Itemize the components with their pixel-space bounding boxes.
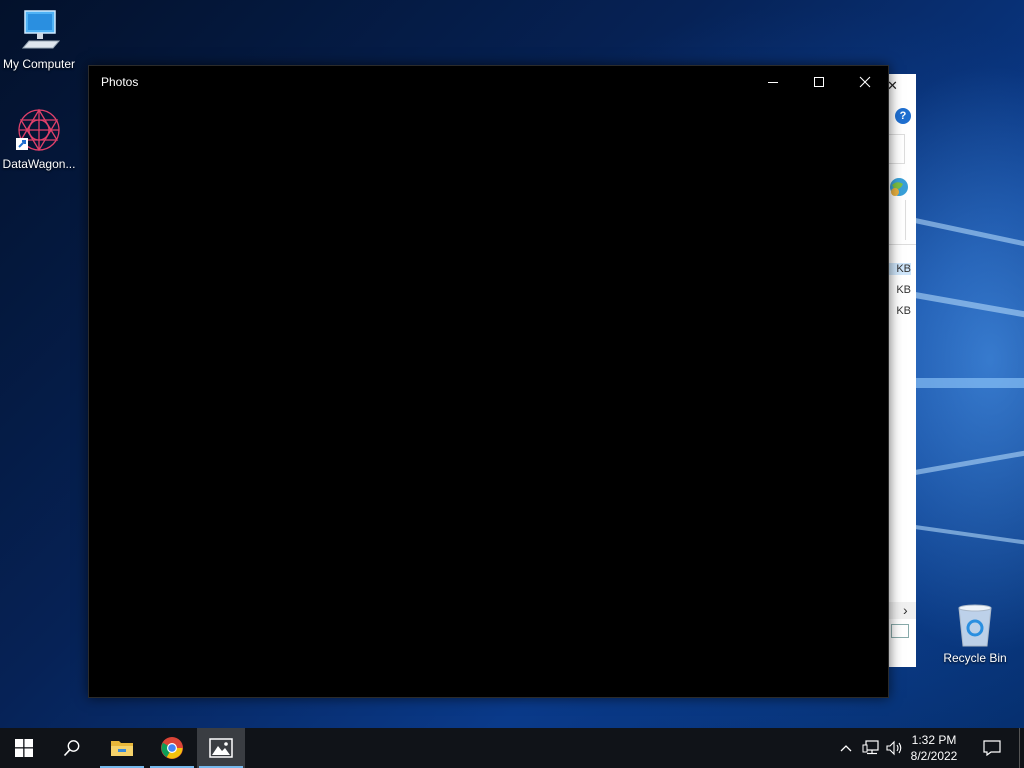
globe-icon bbox=[887, 176, 909, 198]
scroll-right-icon[interactable]: › bbox=[903, 602, 908, 618]
taskbar-photos[interactable] bbox=[197, 728, 245, 768]
window-title: Photos bbox=[101, 75, 138, 89]
photos-icon bbox=[209, 738, 233, 758]
maximize-icon bbox=[813, 76, 825, 88]
clock-date: 8/2/2022 bbox=[906, 748, 962, 764]
network-button[interactable] bbox=[860, 728, 882, 768]
folder-icon bbox=[110, 738, 134, 758]
desktop-icon-my-computer[interactable]: My Computer bbox=[0, 8, 78, 71]
action-center-button[interactable] bbox=[972, 728, 1012, 768]
start-button[interactable] bbox=[0, 728, 48, 768]
help-icon[interactable]: ? bbox=[895, 108, 911, 124]
windows-logo-icon bbox=[15, 739, 33, 757]
recycle-bin-icon bbox=[953, 602, 997, 648]
show-desktop-button[interactable] bbox=[1019, 728, 1020, 768]
chrome-icon bbox=[160, 736, 184, 760]
search-button[interactable] bbox=[48, 728, 96, 768]
divider bbox=[905, 200, 906, 240]
computer-icon bbox=[15, 8, 63, 54]
desktop: My Computer DataWagon... Recycle Bin bbox=[0, 0, 1024, 728]
notification-icon bbox=[983, 740, 1001, 756]
volume-icon bbox=[886, 740, 904, 756]
file-row-size[interactable]: KB bbox=[887, 263, 911, 275]
photo-viewer-canvas[interactable] bbox=[89, 98, 888, 697]
wallpaper-beam bbox=[914, 218, 1024, 252]
file-row-size[interactable]: KB bbox=[887, 284, 911, 296]
datawagon-icon bbox=[14, 106, 64, 154]
desktop-icon-label: Recycle Bin bbox=[943, 651, 1006, 665]
minimize-icon bbox=[767, 76, 779, 88]
taskbar-chrome[interactable] bbox=[148, 728, 196, 768]
wallpaper-beam bbox=[915, 446, 1024, 475]
photos-window[interactable]: Photos bbox=[88, 65, 889, 698]
desktop-icon-recycle-bin[interactable]: Recycle Bin bbox=[936, 602, 1014, 665]
clock[interactable]: 1:32 PM 8/2/2022 bbox=[906, 732, 962, 764]
desktop-icon-label: DataWagon... bbox=[3, 157, 76, 171]
clock-time: 1:32 PM bbox=[906, 732, 962, 748]
view-toggle-icon[interactable] bbox=[891, 624, 909, 638]
desktop-icon-datawagon[interactable]: DataWagon... bbox=[0, 106, 78, 171]
file-row-size[interactable]: KB bbox=[887, 305, 911, 317]
close-icon bbox=[859, 76, 871, 88]
minimize-button[interactable] bbox=[750, 66, 796, 98]
wallpaper-beam bbox=[915, 378, 1024, 388]
wallpaper-beam bbox=[915, 525, 1024, 548]
maximize-button[interactable] bbox=[796, 66, 842, 98]
desktop-icon-label: My Computer bbox=[3, 57, 75, 71]
show-hidden-icons-button[interactable] bbox=[836, 728, 856, 768]
wallpaper-beam bbox=[914, 292, 1024, 322]
search-icon bbox=[63, 739, 81, 757]
taskbar-file-explorer[interactable] bbox=[98, 728, 146, 768]
taskbar: 1:32 PM 8/2/2022 bbox=[0, 728, 1024, 768]
network-icon bbox=[862, 740, 880, 756]
close-button[interactable] bbox=[842, 66, 888, 98]
chevron-up-icon bbox=[840, 744, 852, 752]
volume-button[interactable] bbox=[884, 728, 906, 768]
